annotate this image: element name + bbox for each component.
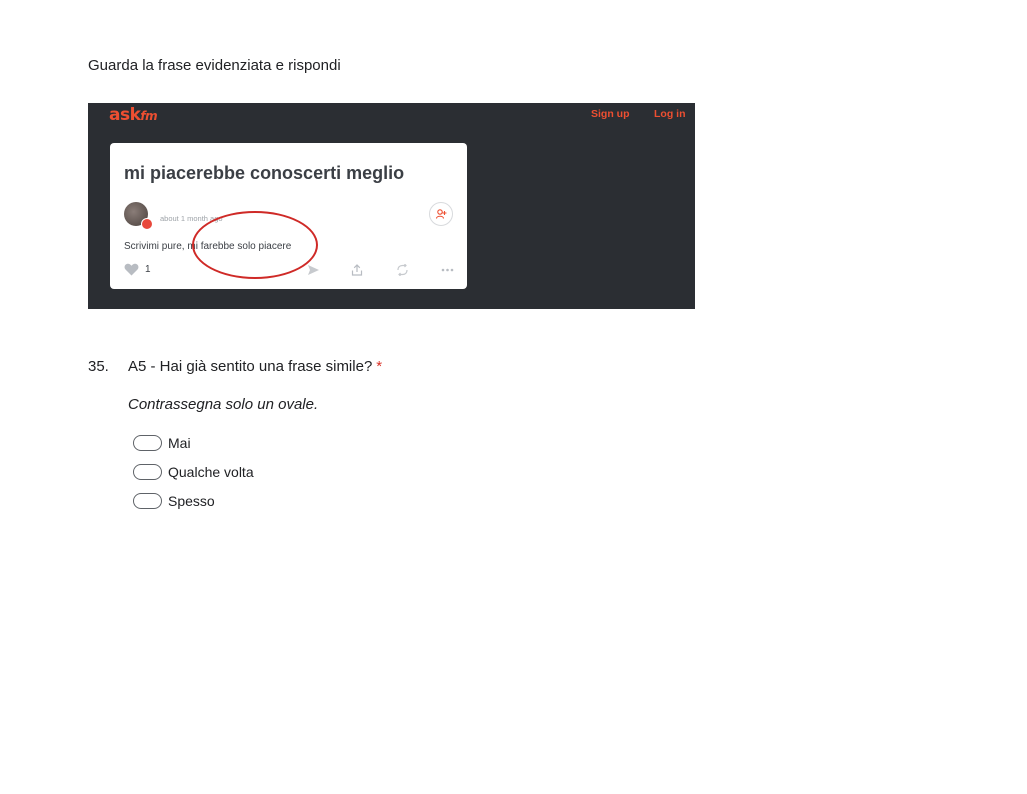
avatar-badge (141, 218, 153, 230)
option-mai[interactable]: Mai (133, 435, 191, 451)
share-icon (306, 263, 320, 277)
likes: 1 (124, 263, 151, 276)
signup-link: Sign up (591, 108, 630, 120)
option-oval[interactable] (133, 464, 162, 480)
askfm-logo: askfm (109, 105, 158, 125)
option-oval[interactable] (133, 435, 162, 451)
answer-prefix: Scrivimi pure, (124, 241, 185, 252)
question-text: A5 - Hai già sentito una frase simile? * (128, 358, 382, 375)
logo-suffix-text: fm (140, 109, 158, 123)
question-label: A5 - Hai già sentito una frase simile? (128, 358, 373, 375)
upload-icon (350, 263, 364, 277)
option-spesso[interactable]: Spesso (133, 493, 215, 509)
repeat-icon (395, 263, 409, 277)
option-label: Mai (168, 435, 191, 451)
more-icon (440, 263, 454, 277)
login-link: Log in (654, 108, 686, 120)
highlight-circle (192, 211, 318, 279)
question-number: 35. (88, 358, 109, 375)
required-marker: * (376, 358, 383, 375)
question-hint: Contrassegna solo un ovale. (128, 396, 319, 413)
intro-text: Guarda la frase evidenziata e rispondi (88, 57, 341, 74)
question-card: mi piacerebbe conoscerti meglio about 1 … (110, 143, 467, 289)
option-label: Spesso (168, 493, 215, 509)
logo-main-text: ask (109, 105, 141, 125)
option-label: Qualche volta (168, 464, 254, 480)
card-question-title: mi piacerebbe conoscerti meglio (124, 163, 405, 183)
heart-icon (124, 263, 139, 276)
option-qualche-volta[interactable]: Qualche volta (133, 464, 254, 480)
option-oval[interactable] (133, 493, 162, 509)
like-count: 1 (145, 264, 151, 275)
askfm-screenshot: askfm Sign up Log in mi piacerebbe conos… (88, 103, 695, 309)
person-add-icon (429, 202, 453, 226)
